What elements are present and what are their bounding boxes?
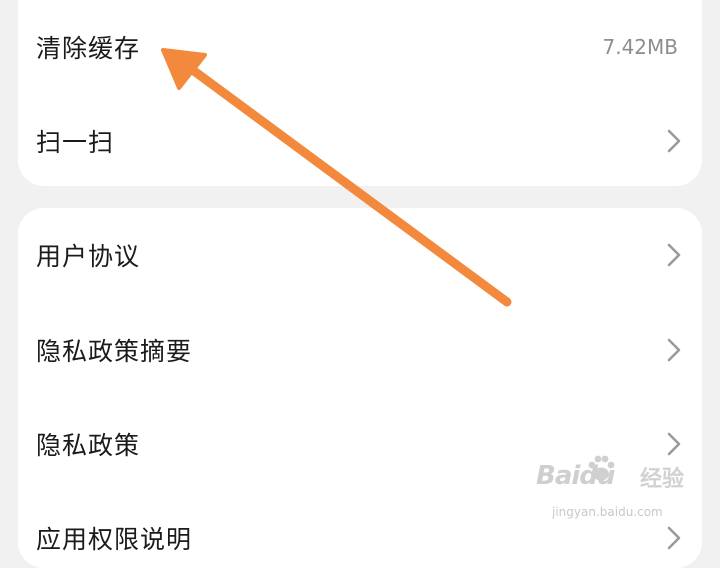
settings-group-legal: 用户协议 隐私政策摘要 隐私政策 应用权限说明 bbox=[18, 208, 702, 568]
scan-label: 扫一扫 bbox=[36, 128, 115, 157]
settings-group-storage: 清除缓存 7.42MB 扫一扫 bbox=[18, 0, 702, 186]
privacy-summary-label: 隐私政策摘要 bbox=[36, 337, 193, 366]
clear-cache-label: 清除缓存 bbox=[36, 34, 141, 63]
chevron-right-icon bbox=[667, 243, 681, 267]
clear-cache-row[interactable]: 清除缓存 7.42MB bbox=[18, 0, 702, 94]
cache-size-value: 7.42MB bbox=[602, 35, 678, 59]
app-permissions-row[interactable]: 应用权限说明 bbox=[18, 491, 702, 568]
user-agreement-row[interactable]: 用户协议 bbox=[18, 208, 702, 302]
chevron-right-icon bbox=[667, 526, 681, 550]
user-agreement-label: 用户协议 bbox=[36, 242, 141, 271]
chevron-right-icon bbox=[667, 432, 681, 456]
scan-row[interactable]: 扫一扫 bbox=[18, 94, 702, 186]
chevron-right-icon bbox=[667, 338, 681, 362]
privacy-policy-row[interactable]: 隐私政策 bbox=[18, 397, 702, 491]
privacy-summary-row[interactable]: 隐私政策摘要 bbox=[18, 303, 702, 397]
privacy-policy-label: 隐私政策 bbox=[36, 431, 141, 460]
chevron-right-icon bbox=[667, 129, 681, 153]
app-permissions-label: 应用权限说明 bbox=[36, 525, 193, 554]
